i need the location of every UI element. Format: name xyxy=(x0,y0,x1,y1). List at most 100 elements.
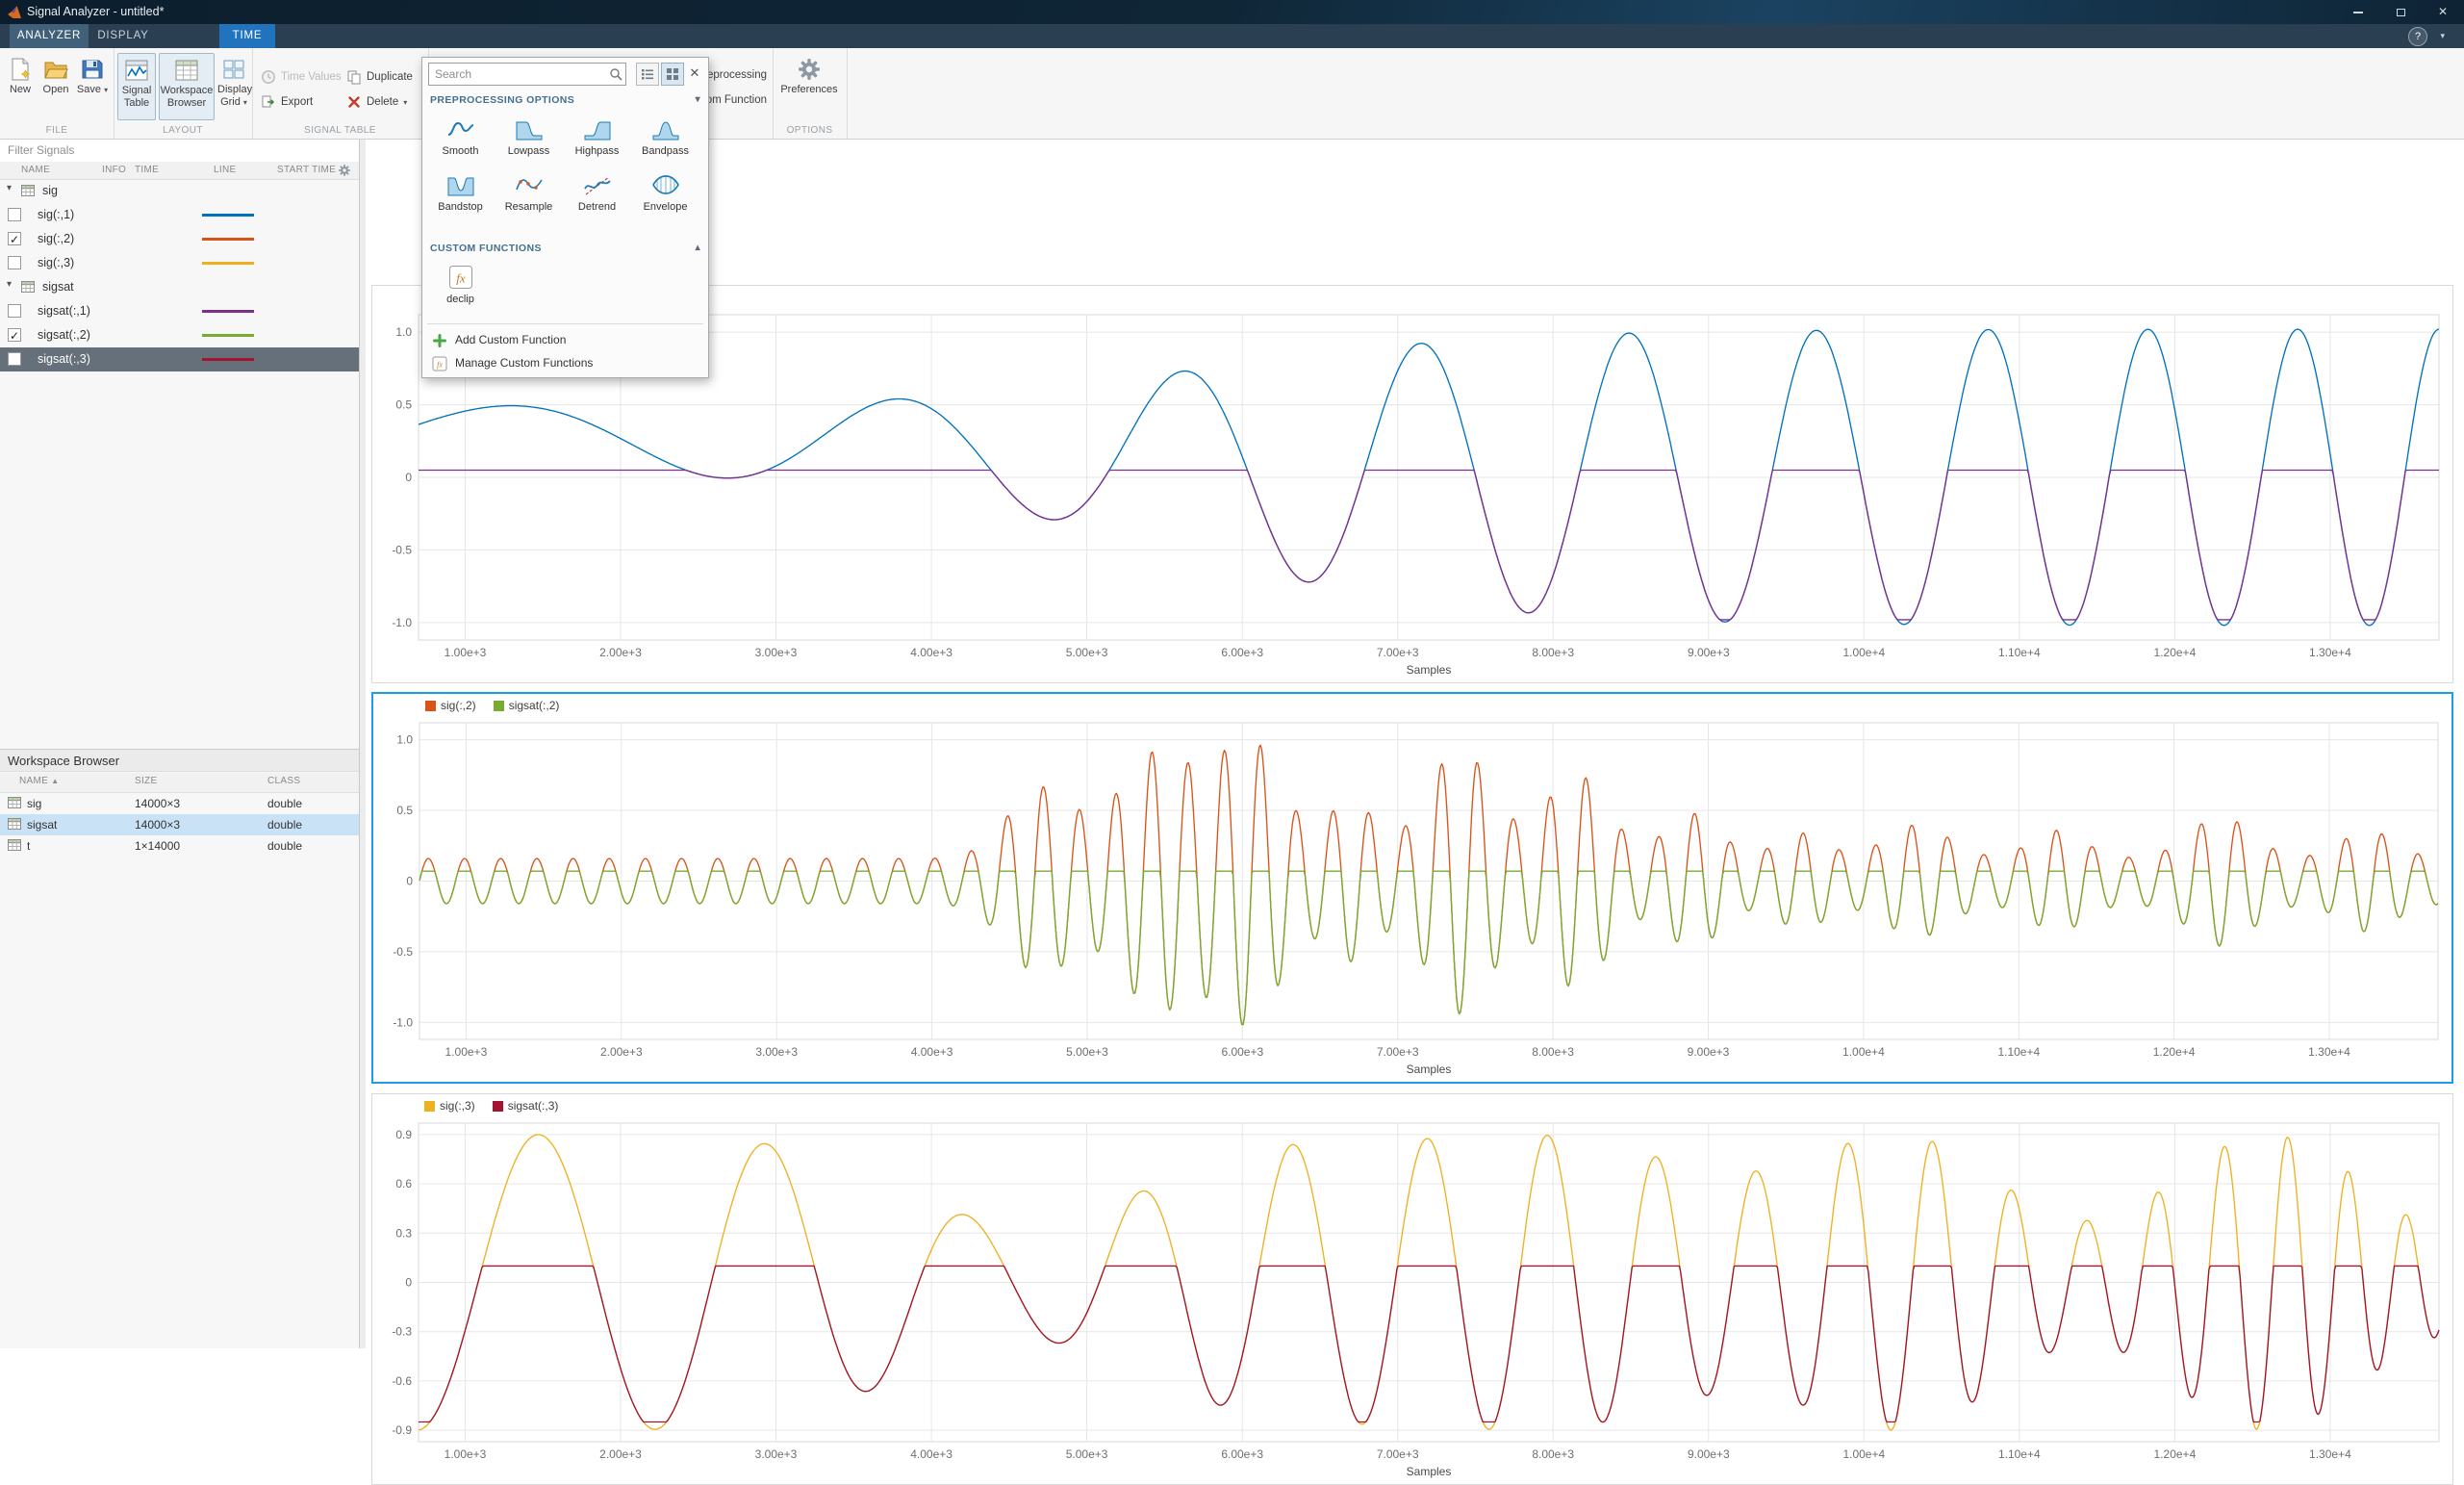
legend-label: sig(:,2) xyxy=(441,699,476,712)
legend-swatch xyxy=(425,701,436,711)
clock-icon xyxy=(261,69,276,85)
gallery-search-input[interactable] xyxy=(428,63,626,86)
x-tick-label: 1.30e+4 xyxy=(2309,646,2351,659)
y-tick-label: -0.3 xyxy=(392,1325,412,1339)
gallery-item-detrend[interactable]: Detrend xyxy=(563,167,631,223)
legend-label: sigsat(:,3) xyxy=(508,1099,559,1113)
list-view-button[interactable] xyxy=(636,63,659,86)
signal-checkbox[interactable] xyxy=(8,352,21,366)
ribbon-section-layout: Signal Table Workspace Browser Display G… xyxy=(114,48,253,139)
line-style-swatch[interactable] xyxy=(202,334,254,337)
signal-row-sig(:,1)[interactable]: sig(:,1) xyxy=(0,203,359,227)
new-doc-icon xyxy=(4,57,37,82)
expand-caret-icon[interactable]: ▾ xyxy=(7,279,12,290)
close-button[interactable]: ✕ xyxy=(2422,0,2464,24)
tab-analyzer[interactable]: ANALYZER xyxy=(10,24,89,48)
maximize-button[interactable] xyxy=(2379,0,2422,24)
signal-name: sig(:,1) xyxy=(38,208,74,221)
open-button[interactable]: Open xyxy=(38,53,73,120)
x-axis-label: Samples xyxy=(1407,1063,1452,1076)
gallery-item-highpass[interactable]: Highpass xyxy=(563,112,631,167)
plot-svg-2: 1.00e+32.00e+33.00e+34.00e+35.00e+36.00e… xyxy=(373,717,2451,1082)
variable-name: sigsat xyxy=(27,818,57,832)
signal-row-sigsat(:,3)[interactable]: sigsat(:,3) xyxy=(0,347,359,371)
display-panel-2[interactable]: sig(:,2) sigsat(:,2) 1.00e+32.00e+33.00e+3… xyxy=(371,692,2453,1084)
gallery-grid-custom: fxdeclip xyxy=(426,260,706,316)
x-tick-label: 1.10e+4 xyxy=(1997,1045,2040,1059)
gallery-item-label: Bandpass xyxy=(642,145,689,157)
save-button[interactable]: Save ▾ xyxy=(75,53,110,120)
display-panel-3[interactable]: sig(:,3)sigsat(:,3)1.00e+32.00e+33.00e+3… xyxy=(371,1093,2453,1485)
x-tick-label: 9.00e+3 xyxy=(1688,1447,1730,1461)
gallery-item-declip[interactable]: fxdeclip xyxy=(426,260,495,316)
filter-signals-box[interactable] xyxy=(0,139,359,163)
new-button[interactable]: New xyxy=(4,53,37,120)
signal-row-sig(:,2)[interactable]: ✓sig(:,2) xyxy=(0,227,359,251)
legend-swatch xyxy=(493,1101,503,1112)
preferences-button[interactable]: Preferences xyxy=(780,53,838,120)
x-tick-label: 2.00e+3 xyxy=(599,1447,642,1461)
tab-display[interactable]: DISPLAY xyxy=(90,24,156,48)
x-tick-label: 5.00e+3 xyxy=(1066,1045,1108,1059)
collapse-section-icon[interactable]: ▴ xyxy=(696,243,700,253)
gallery-item-bandpass[interactable]: Bandpass xyxy=(631,112,699,167)
display-grid-button[interactable]: Display Grid ▾ xyxy=(217,53,250,120)
gallery-item-label: declip xyxy=(446,294,474,305)
gallery-item-label: Lowpass xyxy=(508,145,549,157)
help-caret-icon[interactable]: ▾ xyxy=(2440,31,2445,41)
gallery-item-envelope[interactable]: Envelope xyxy=(631,167,699,223)
y-tick-label: 0.5 xyxy=(395,398,412,412)
workspace-row-sig[interactable]: sig14000×3double xyxy=(0,793,359,814)
export-button[interactable]: Export xyxy=(261,92,313,112)
signal-checkbox[interactable] xyxy=(8,304,21,318)
signal-row-sigsat(:,2)[interactable]: ✓sigsat(:,2) xyxy=(0,323,359,347)
workspace-row-sigsat[interactable]: sigsat14000×3double xyxy=(0,814,359,835)
signal-table-toggle[interactable]: Signal Table xyxy=(117,53,156,120)
matrix-icon xyxy=(21,281,35,295)
add-custom-function-item[interactable]: Add Custom Function xyxy=(422,329,708,352)
legend-label: sigsat(:,2) xyxy=(509,699,560,712)
signal-row-sig(:,3)[interactable]: sig(:,3) xyxy=(0,251,359,275)
gallery-item-smooth[interactable]: Smooth xyxy=(426,112,495,167)
signal-checkbox[interactable]: ✓ xyxy=(8,328,21,342)
minimize-button[interactable] xyxy=(2337,0,2379,24)
manage-custom-functions-item[interactable]: fxManage Custom Functions xyxy=(422,352,708,375)
x-tick-label: 1.20e+4 xyxy=(2154,1447,2197,1461)
signal-checkbox[interactable] xyxy=(8,208,21,221)
line-style-swatch[interactable] xyxy=(202,262,254,265)
y-tick-label: 0 xyxy=(405,1276,412,1290)
workspace-browser-toggle[interactable]: Workspace Browser xyxy=(159,53,215,120)
y-tick-label: -0.5 xyxy=(393,945,413,959)
col-time: TIME xyxy=(135,165,159,175)
duplicate-button[interactable]: Duplicate xyxy=(346,67,413,87)
line-style-swatch[interactable] xyxy=(202,214,254,217)
tab-time[interactable]: TIME xyxy=(219,24,275,48)
gallery-item-lowpass[interactable]: Lowpass xyxy=(495,112,563,167)
gallery-close-button[interactable]: ✕ xyxy=(687,65,702,81)
workspace-browser-title: Workspace Browser xyxy=(0,749,359,772)
line-style-swatch[interactable] xyxy=(202,238,254,241)
time-values-button[interactable]: Time Values xyxy=(261,67,342,87)
line-style-swatch[interactable] xyxy=(202,310,254,313)
gallery-item-label: Bandstop xyxy=(438,201,482,213)
signal-checkbox[interactable]: ✓ xyxy=(8,232,21,245)
export-icon xyxy=(261,94,276,110)
x-tick-label: 1.10e+4 xyxy=(1998,1447,2041,1461)
matrix-icon xyxy=(8,839,21,854)
delete-button[interactable]: Delete ▾ xyxy=(346,92,407,112)
help-button[interactable]: ? xyxy=(2408,27,2427,46)
workspace-row-t[interactable]: t1×14000double xyxy=(0,835,359,857)
gallery-item-resample[interactable]: Resample xyxy=(495,167,563,223)
signal-group-row-sigsat[interactable]: ▾sigsat xyxy=(0,275,359,299)
x-tick-label: 1.20e+4 xyxy=(2153,1045,2196,1059)
signal-checkbox[interactable] xyxy=(8,256,21,269)
variable-size: 14000×3 xyxy=(135,818,180,832)
signal-group-row-sig[interactable]: ▾sig xyxy=(0,179,359,203)
signal-row-sigsat(:,1)[interactable]: sigsat(:,1) xyxy=(0,299,359,323)
line-style-swatch[interactable] xyxy=(202,358,254,361)
grid-view-button[interactable] xyxy=(661,63,684,86)
collapse-section-icon[interactable]: ▾ xyxy=(696,94,700,105)
expand-caret-icon[interactable]: ▾ xyxy=(7,183,12,193)
filter-signals-input[interactable] xyxy=(0,139,359,162)
gallery-item-bandstop[interactable]: Bandstop xyxy=(426,167,495,223)
